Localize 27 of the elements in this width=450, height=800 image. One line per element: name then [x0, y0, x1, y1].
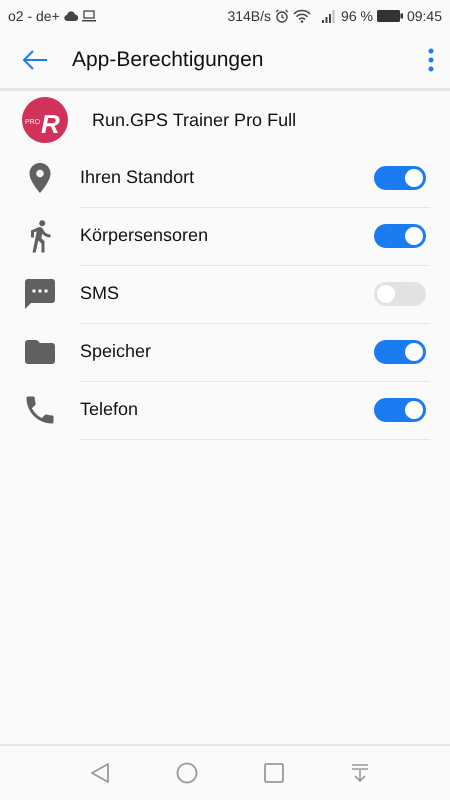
battery-percent: 96 % [341, 8, 373, 24]
permission-label: Telefon [80, 399, 140, 420]
back-nav-button[interactable] [88, 760, 112, 786]
recent-apps-button[interactable] [262, 761, 286, 785]
app-name: Run.GPS Trainer Pro Full [92, 110, 296, 130]
message-icon [22, 276, 58, 312]
cloud-icon [64, 10, 78, 22]
permission-label: Speicher [80, 341, 152, 362]
screen-title: App-Berechtigungen [72, 48, 264, 72]
permission-label: Ihren Standort [80, 167, 196, 188]
permission-label: SMS [80, 283, 120, 304]
laptop-icon [82, 10, 96, 22]
permission-label: Körpersensoren [80, 225, 210, 246]
home-button[interactable] [174, 760, 200, 786]
permission-toggle[interactable] [374, 224, 426, 248]
permission-toggle[interactable] [374, 166, 426, 190]
carrier-name: o2 - de+ [8, 8, 60, 24]
permission-toggle[interactable] [374, 282, 426, 306]
permission-toggle[interactable] [374, 340, 426, 364]
clock-time: 09:45 [406, 8, 442, 24]
battery-icon [376, 10, 403, 22]
network-speed: 314B/s [227, 8, 272, 24]
wifi-icon [293, 9, 312, 23]
permission-toggle[interactable] [374, 398, 426, 422]
signal-icon [321, 9, 338, 23]
alarm-clock-icon [275, 9, 290, 23]
more-options-button[interactable] [426, 46, 436, 74]
